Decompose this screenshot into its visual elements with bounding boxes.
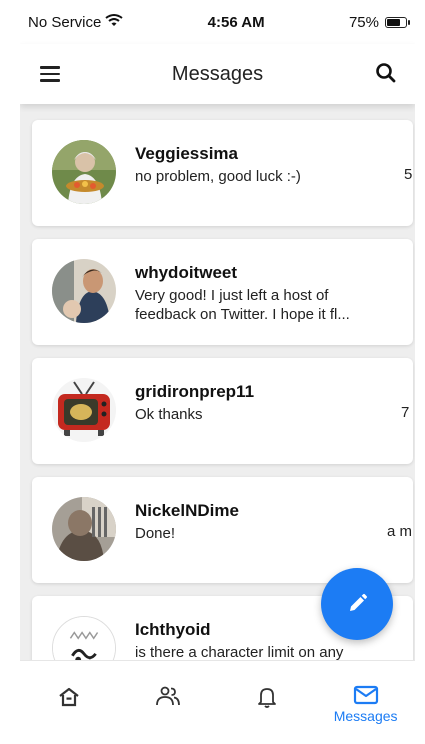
hamburger-menu-icon[interactable]	[40, 62, 66, 86]
status-left: No Service	[28, 13, 123, 31]
conversation-preview: is there a character limit on any	[135, 644, 344, 660]
conversation-name: Veggiessima	[135, 144, 239, 163]
compose-button[interactable]	[321, 568, 393, 640]
avatar	[52, 259, 116, 323]
conversation-card[interactable]: gridironprep11 Ok thanks 7	[32, 358, 413, 464]
avatar	[52, 378, 116, 442]
bottom-navigation: Messages	[20, 660, 415, 744]
search-icon[interactable]	[373, 60, 399, 86]
battery-percent: 75%	[348, 13, 379, 31]
nav-messages[interactable]: Messages	[316, 661, 415, 744]
conversation-name: gridironprep11	[135, 382, 255, 401]
avatar	[52, 616, 116, 660]
app-header: Messages	[20, 44, 415, 104]
phone-screen: No Service 4:56 AM 75% Messages Veggiess…	[20, 0, 415, 744]
conversation-card[interactable]: whydoitweet Very good! I just left a hos…	[32, 239, 413, 345]
status-time: 4:56 AM	[207, 13, 265, 31]
status-bar: No Service 4:56 AM 75%	[20, 0, 415, 44]
conversation-preview: Done!	[135, 525, 176, 542]
battery-level	[386, 18, 400, 26]
pencil-icon	[350, 593, 368, 611]
page-title: Messages	[171, 62, 264, 85]
mail-icon	[353, 685, 378, 705]
battery-icon	[384, 16, 410, 28]
avatar	[52, 140, 116, 204]
conversation-preview: Very good! I just left a host of feedbac…	[135, 287, 350, 323]
conversation-name: Ichthyoid	[135, 620, 211, 639]
nav-messages-label: Messages	[333, 708, 398, 724]
nav-people[interactable]	[119, 661, 218, 744]
conversation-meta: a m	[387, 523, 413, 540]
conversation-preview: no problem, good luck :-)	[135, 168, 301, 185]
conversation-name: whydoitweet	[135, 263, 238, 282]
people-icon	[156, 686, 181, 706]
conversation-name: NickelNDime	[135, 501, 239, 520]
conversation-preview: Ok thanks	[135, 406, 203, 423]
status-right: 75%	[348, 13, 410, 31]
home-icon	[59, 687, 80, 707]
nav-notifications[interactable]	[218, 661, 317, 744]
avatar	[52, 497, 116, 561]
conversation-card[interactable]: Veggiessima no problem, good luck :-) 5	[32, 120, 413, 226]
wifi-icon	[105, 13, 123, 31]
carrier-label: No Service	[28, 13, 102, 31]
bell-icon	[257, 688, 276, 708]
nav-home[interactable]	[20, 661, 119, 744]
conversation-meta: 7	[401, 404, 410, 421]
conversation-meta: 5	[404, 166, 413, 183]
